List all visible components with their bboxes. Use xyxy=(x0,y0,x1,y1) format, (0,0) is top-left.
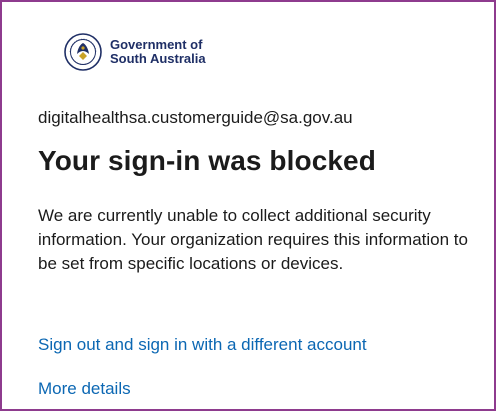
blocked-message: We are currently unable to collect addit… xyxy=(38,206,468,273)
org-name: Government of South Australia xyxy=(110,38,206,66)
government-logo: Government of South Australia xyxy=(64,33,206,71)
more-details-link[interactable]: More details xyxy=(38,379,131,399)
signin-card: Government of South Australia digitalhea… xyxy=(4,4,492,407)
org-name-line1: Government of xyxy=(110,37,203,52)
org-name-line2: South Australia xyxy=(110,51,206,66)
page-title: Your sign-in was blocked xyxy=(38,145,376,176)
account-email: digitalhealthsa.customerguide@sa.gov.au xyxy=(38,108,353,127)
south-australia-seal-icon xyxy=(64,33,102,71)
sign-out-link[interactable]: Sign out and sign in with a different ac… xyxy=(38,335,367,355)
window-frame: Government of South Australia digitalhea… xyxy=(0,0,496,411)
